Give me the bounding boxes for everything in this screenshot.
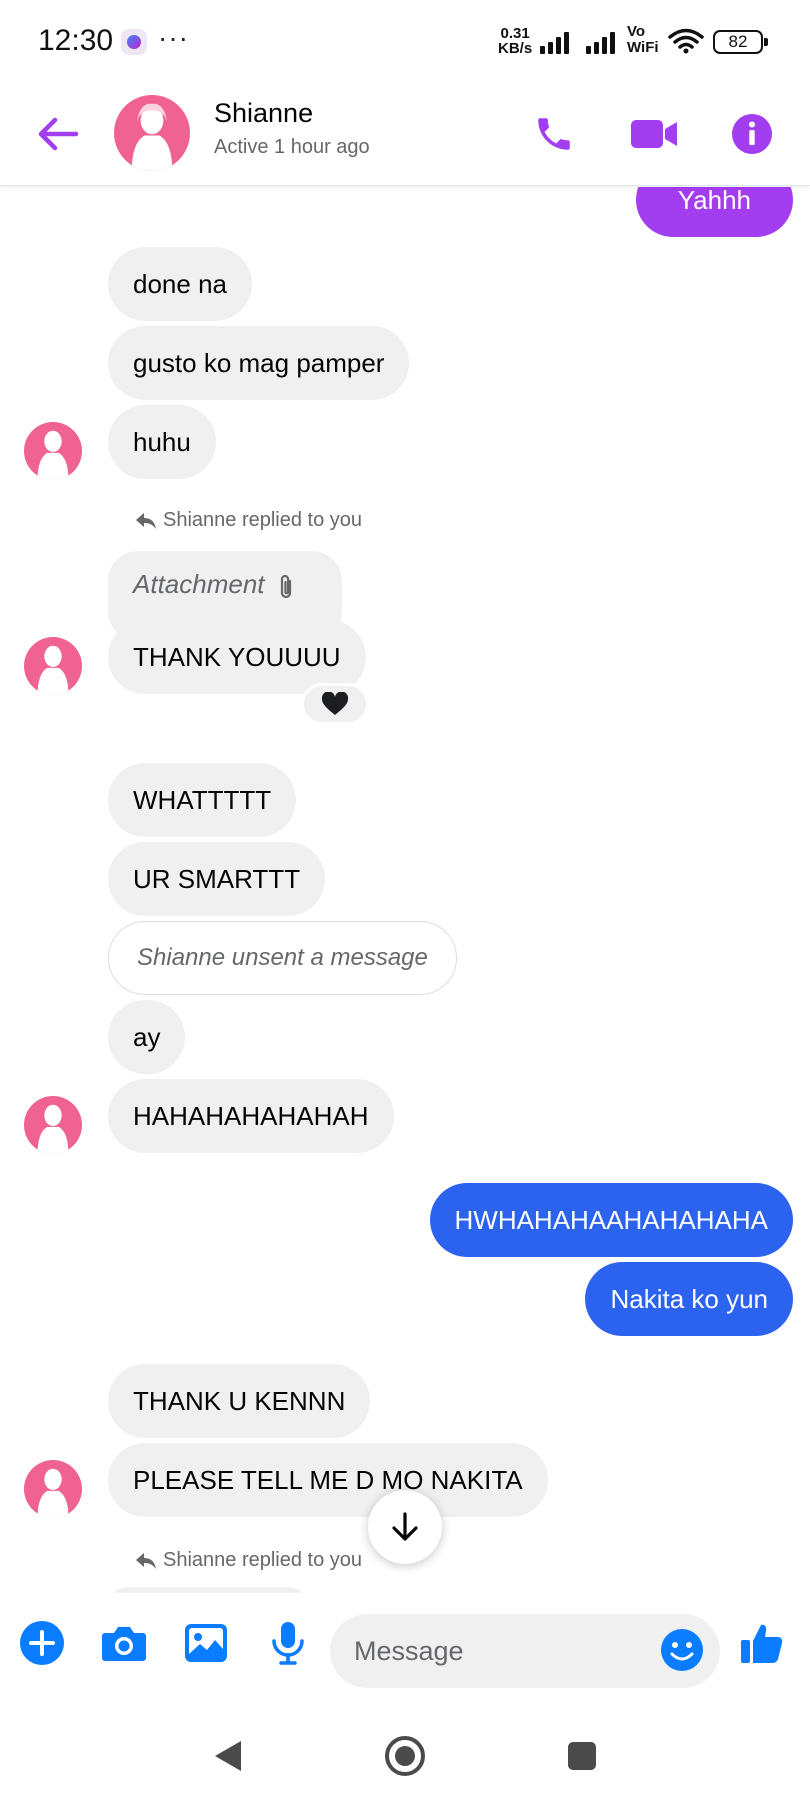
unsent-message-text: Shianne unsent a message <box>137 944 428 971</box>
message-text: ay <box>133 1022 161 1052</box>
nav-back-button[interactable] <box>203 1731 253 1781</box>
info-icon <box>732 114 772 154</box>
sender-avatar[interactable] <box>24 1460 82 1518</box>
message-text: gusto ko mag pamper <box>133 348 385 378</box>
message-text: Nakita ko yun <box>610 1284 768 1314</box>
audio-call-button[interactable] <box>526 106 582 162</box>
message-text: PLEASE TELL ME D MO NAKITA <box>133 1465 523 1495</box>
vowifi-vo: Vo <box>627 23 646 40</box>
voice-message-button[interactable] <box>260 1615 316 1671</box>
thumbs-up-icon <box>741 1624 783 1663</box>
square-recents-icon <box>568 1742 596 1770</box>
message-reaction[interactable] <box>301 683 369 725</box>
arrow-down-icon <box>392 1512 418 1541</box>
avatar-image <box>24 637 82 695</box>
triangle-back-icon <box>215 1741 241 1771</box>
message-text: WHATTTTT <box>133 785 272 815</box>
message-text: huhu <box>133 427 191 457</box>
avatar-image <box>24 1096 82 1154</box>
message-composer <box>0 1593 810 1711</box>
camera-button[interactable] <box>96 1615 152 1671</box>
phone-icon <box>538 118 570 150</box>
reply-arrow-icon <box>136 512 156 529</box>
vowifi-label: WiFi <box>627 39 659 56</box>
video-call-button[interactable] <box>626 106 682 162</box>
vowifi-indicator: Vo WiFi <box>627 24 659 56</box>
unsent-message-notice: Shianne unsent a message <box>108 921 457 995</box>
message-text: HAHAHAHAHAHAH <box>133 1101 369 1131</box>
reply-indicator: Shianne replied to you <box>135 1549 362 1572</box>
message-list[interactable]: Yahhh done na gusto ko mag pamper huhu S… <box>0 187 810 1593</box>
network-speed: 0.31 KB/s <box>498 26 532 56</box>
messenger-notification-icon <box>121 29 147 55</box>
signal-icon-2 <box>586 30 615 54</box>
incoming-message[interactable]: PLEASE TELL ME D MO NAKITA <box>108 1443 548 1517</box>
incoming-message[interactable]: THANK U KENNN <box>108 1364 371 1438</box>
network-speed-value: 0.31 <box>500 25 530 42</box>
active-status: Active 1 hour ago <box>214 136 370 158</box>
incoming-message[interactable]: ay <box>108 1000 186 1074</box>
reply-arrow-icon <box>136 1552 156 1569</box>
avatar-image <box>24 422 82 480</box>
message-text: THANK YOUUUU <box>133 642 341 672</box>
back-button[interactable] <box>30 106 86 162</box>
incoming-message[interactable]: HAHAHAHAHAHAH <box>108 1079 394 1153</box>
image-icon <box>185 1624 227 1662</box>
incoming-message[interactable]: UR SMARTTT <box>108 842 326 916</box>
plus-circle-icon <box>20 1621 64 1665</box>
nav-home-button[interactable] <box>380 1731 430 1781</box>
message-text: done na <box>133 269 227 299</box>
sender-avatar[interactable] <box>24 637 82 695</box>
reply-indicator-text: Shianne replied to you <box>163 509 363 531</box>
signal-icon <box>540 30 569 54</box>
like-button[interactable] <box>734 1615 790 1671</box>
wifi-icon <box>668 28 704 54</box>
avatar-image <box>114 95 190 171</box>
status-bar: 12:30 ··· 0.31 KB/s Vo WiFi 82 <box>0 0 810 86</box>
chat-header: Shianne Active 1 hour ago <box>0 86 810 186</box>
conversation-info-button[interactable] <box>724 106 780 162</box>
incoming-message[interactable]: done na <box>108 247 252 321</box>
outgoing-message-partial[interactable]: Yahhh <box>635 187 793 237</box>
outgoing-message[interactable]: Nakita ko yun <box>585 1262 793 1336</box>
microphone-icon <box>272 1622 304 1665</box>
back-arrow-icon <box>38 117 78 151</box>
clock: 12:30 <box>38 24 114 57</box>
camera-icon <box>102 1627 146 1661</box>
sender-avatar[interactable] <box>24 1096 82 1154</box>
more-notifications-indicator: ··· <box>158 22 189 53</box>
message-text: UR SMARTTT <box>133 864 301 894</box>
sender-avatar[interactable] <box>24 422 82 480</box>
battery-indicator: 82 <box>713 30 768 54</box>
incoming-message[interactable]: WHATTTTT <box>108 763 297 837</box>
contact-name[interactable]: Shianne <box>214 98 313 129</box>
emoji-icon[interactable] <box>660 1628 704 1672</box>
paperclip-icon <box>280 574 291 599</box>
avatar-image <box>24 1460 82 1518</box>
reply-indicator-text: Shianne replied to you <box>163 1549 363 1571</box>
system-navigation-bar <box>0 1711 810 1800</box>
black-heart-icon <box>321 692 349 715</box>
home-circle-icon <box>385 1736 425 1776</box>
gallery-button[interactable] <box>178 1615 234 1671</box>
video-camera-icon <box>631 120 677 148</box>
scroll-to-bottom-button[interactable] <box>368 1490 442 1564</box>
reply-indicator: Shianne replied to you <box>135 509 362 532</box>
message-text: Yahhh <box>677 187 751 215</box>
incoming-message[interactable]: huhu <box>108 405 216 479</box>
message-text: THANK U KENNN <box>133 1386 346 1416</box>
incoming-message[interactable]: gusto ko mag pamper <box>108 326 410 400</box>
more-actions-button[interactable] <box>14 1615 70 1671</box>
message-text: HWHAHAHAAHAHAHAHA <box>454 1205 769 1235</box>
network-speed-unit: KB/s <box>498 40 533 57</box>
nav-recents-button[interactable] <box>557 1731 607 1781</box>
outgoing-message[interactable]: HWHAHAHAAHAHAHAHA <box>429 1183 793 1257</box>
contact-avatar[interactable] <box>114 95 190 171</box>
